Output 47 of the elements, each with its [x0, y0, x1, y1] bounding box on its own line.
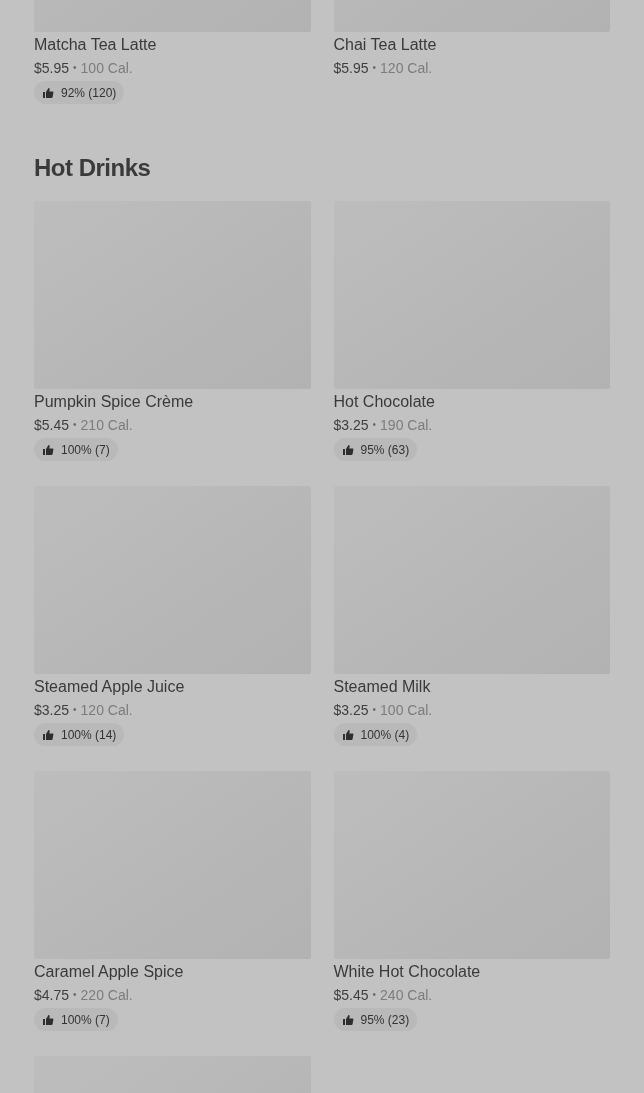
- item-price: $4.75: [34, 986, 70, 1005]
- thumbs-up-icon: [42, 86, 54, 99]
- thumbs-up-icon: [42, 728, 54, 741]
- rating-badge: 100% (7): [34, 1008, 118, 1031]
- item-price: $3.25: [333, 701, 369, 720]
- item-calories: 220 Cal.: [80, 986, 133, 1005]
- item-price: $3.25: [34, 701, 70, 720]
- separator-dot: •: [372, 703, 377, 717]
- item-price: $5.95: [333, 59, 369, 78]
- item-calories: 240 Cal.: [380, 986, 433, 1005]
- item-name: Hot Chocolate: [333, 392, 436, 412]
- thumbs-up-icon: [341, 728, 354, 741]
- separator-dot: •: [73, 418, 77, 432]
- item-calories: 190 Cal.: [380, 416, 433, 435]
- separator-dot: •: [372, 988, 377, 1002]
- thumbs-up-icon: [341, 443, 354, 456]
- item-name: Steamed Apple Juice: [34, 677, 186, 697]
- item-price: $5.45: [333, 986, 369, 1005]
- item-calories: 120 Cal.: [80, 701, 133, 720]
- item-price: $3.25: [333, 416, 369, 435]
- rating-badge: 100% (7): [34, 438, 118, 461]
- item-name: Steamed Milk: [333, 677, 432, 697]
- item-name: White Hot Chocolate: [333, 962, 482, 982]
- item-name: Matcha Tea Latte: [34, 35, 158, 55]
- thumbs-up-icon: [341, 1013, 354, 1026]
- item-name: Chai Tea Latte: [333, 35, 438, 55]
- item-calories: 100 Cal.: [380, 701, 433, 720]
- item-calories: 100 Cal.: [80, 59, 133, 78]
- separator-dot: •: [372, 418, 377, 432]
- item-name: Caramel Apple Spice: [34, 962, 185, 982]
- rating-badge: 100% (14): [34, 723, 125, 746]
- item-calories: 210 Cal.: [80, 416, 133, 435]
- thumbs-up-icon: [42, 443, 54, 456]
- item-price: $5.95: [34, 59, 70, 78]
- separator-dot: •: [73, 988, 77, 1002]
- item-calories: 120 Cal.: [380, 59, 433, 78]
- separator-dot: •: [73, 61, 77, 75]
- rating-badge: 95% (23): [333, 1008, 418, 1031]
- thumbs-up-icon: [42, 1013, 54, 1026]
- separator-dot: •: [73, 703, 77, 717]
- rating-badge: 92% (120): [34, 81, 125, 104]
- item-name: Pumpkin Spice Crème: [34, 392, 195, 412]
- section-heading: Hot Drinks: [34, 153, 152, 183]
- separator-dot: •: [372, 61, 377, 75]
- item-price: $5.45: [34, 416, 70, 435]
- rating-badge: 100% (4): [333, 723, 418, 746]
- rating-badge: 95% (63): [333, 438, 418, 461]
